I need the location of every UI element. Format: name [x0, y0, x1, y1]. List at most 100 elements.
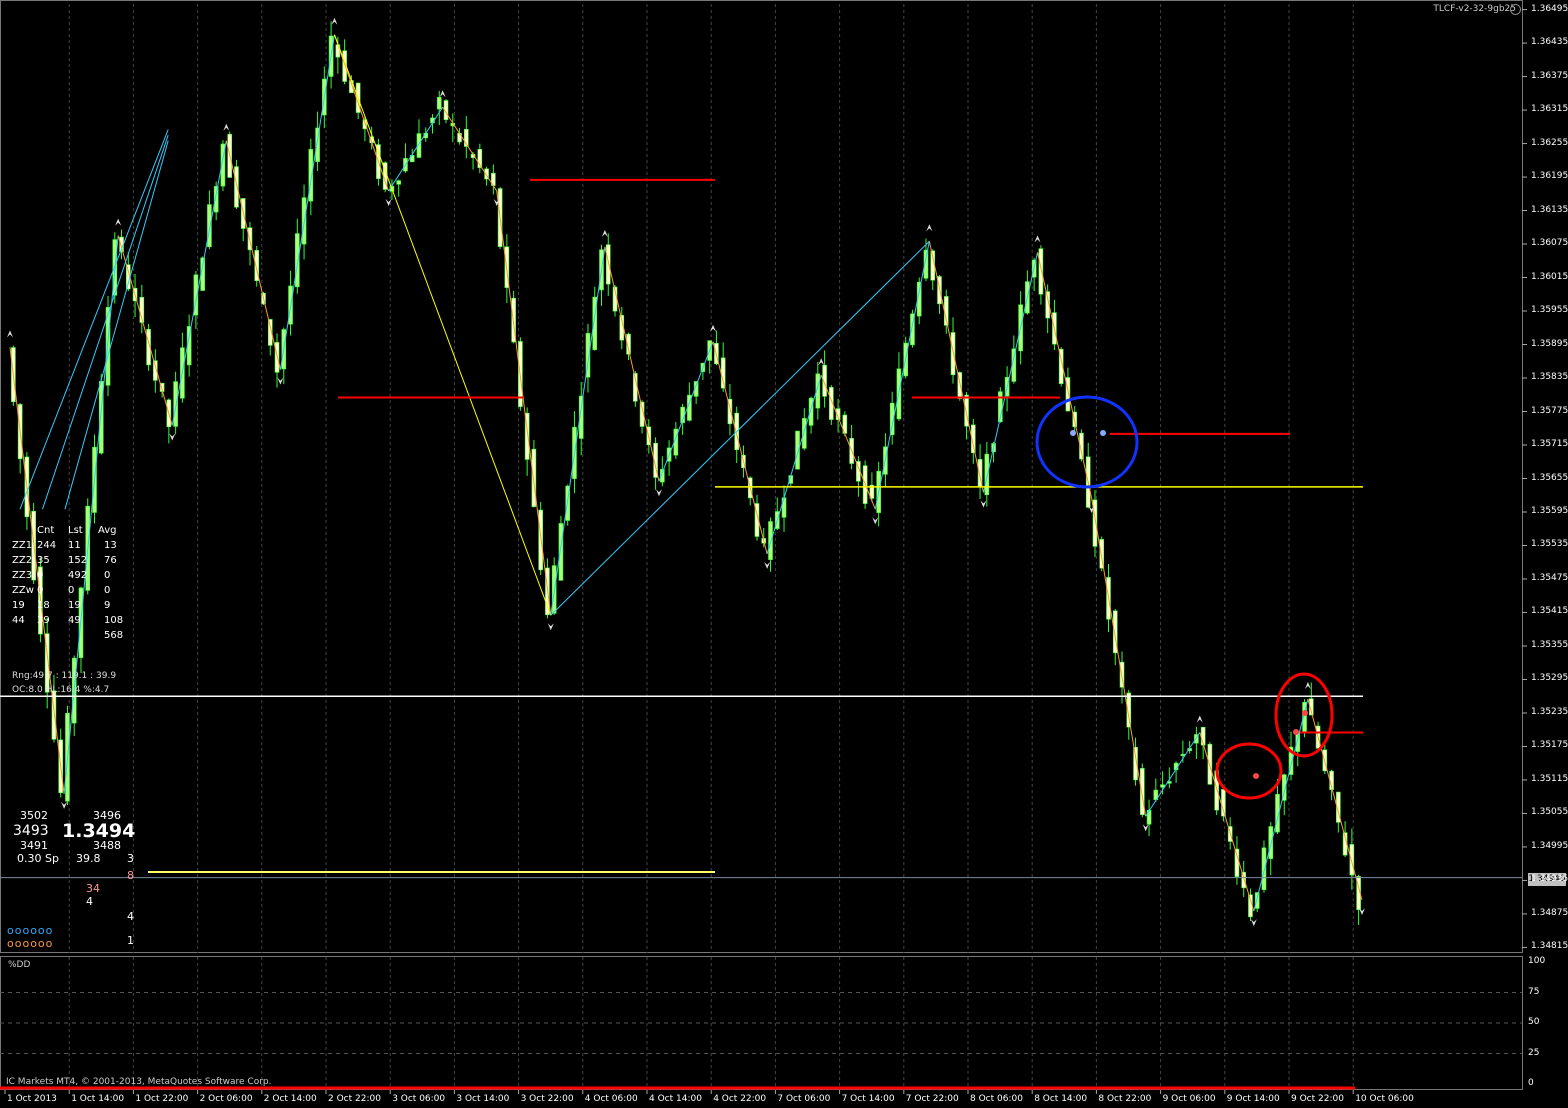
stats-cell: 9	[104, 600, 111, 611]
candle-body	[768, 521, 773, 560]
zigzag-segment	[1145, 732, 1201, 817]
zigzag-segment	[820, 375, 876, 510]
zigzag-segment	[171, 140, 227, 426]
candle-body	[457, 132, 462, 143]
stats-cell: 0	[37, 585, 44, 596]
swing-high-marker	[1304, 682, 1311, 690]
stats-total: 568	[104, 630, 124, 641]
stats-cell: 152	[68, 555, 88, 566]
price-axis-label: 1.34935	[1531, 874, 1568, 885]
swing-low-marker	[169, 433, 176, 441]
stats-cell: 44	[12, 615, 25, 626]
low-left: 3491	[20, 839, 48, 852]
stats-cell: 13	[104, 540, 117, 551]
candle-body	[558, 523, 564, 581]
time-axis-label: 7 Oct 22:00	[905, 1094, 959, 1104]
price-axis-label: 1.36195	[1531, 171, 1568, 182]
time-axis-label: 2 Oct 14:00	[263, 1094, 317, 1104]
price-axis-label: 1.36075	[1531, 238, 1568, 249]
price-axis-label: 1.35775	[1531, 405, 1568, 416]
price-axis-label: 1.36315	[1531, 104, 1568, 115]
stats-cell: 76	[104, 555, 117, 566]
candle-body	[801, 418, 807, 449]
time-axis-label: 8 Oct 22:00	[1098, 1094, 1152, 1104]
signal-dot	[1100, 430, 1106, 436]
candle-body	[531, 448, 537, 507]
zigzag-segment	[1307, 698, 1363, 901]
price-axis-label: 1.34815	[1531, 941, 1568, 952]
stats-cell: 49	[68, 615, 81, 626]
price-axis-label: 1.36015	[1531, 271, 1568, 282]
price-axis-label: 1.35355	[1531, 639, 1568, 650]
candle-body	[950, 332, 956, 376]
zigzag-segment	[1091, 497, 1147, 817]
candle-body	[234, 166, 239, 208]
stats-cell: 19	[68, 600, 81, 611]
time-axis-label: 2 Oct 06:00	[199, 1094, 253, 1104]
signal-dot	[1302, 710, 1308, 716]
time-axis-label: 1 Oct 2013	[7, 1094, 57, 1104]
window-icon[interactable]	[1510, 4, 1521, 15]
price-chart[interactable]	[0, 0, 1568, 1108]
count-1: 1	[127, 934, 134, 947]
price-axis-label: 1.36255	[1531, 137, 1568, 148]
swing-low-marker	[547, 623, 554, 631]
zigzag-segment	[658, 341, 714, 482]
bid-left: 3493	[13, 823, 49, 839]
candle-body	[207, 204, 212, 248]
price-axis-label: 1.36495	[1531, 3, 1568, 14]
spread-n: 3	[127, 852, 134, 865]
zigzag-segment	[550, 246, 606, 616]
indicator-label: %DD	[8, 960, 31, 970]
stats-header-avg: Avg	[98, 525, 117, 536]
candle-body	[396, 180, 402, 185]
stats-header-cnt: Cnt	[37, 525, 55, 536]
candle-body	[1254, 892, 1260, 909]
spread-value: 39.8	[76, 852, 101, 865]
time-axis-label: 9 Oct 22:00	[1291, 1094, 1344, 1104]
zigzag-segment	[928, 241, 984, 493]
stats-cell: 244	[37, 540, 57, 551]
stats-cell: 0	[104, 570, 111, 581]
candle-body	[1234, 848, 1240, 877]
zigzag-segment	[1253, 698, 1309, 912]
zigzag-segment	[388, 107, 444, 192]
price-axis-label: 1.35295	[1531, 673, 1568, 684]
stats-cell: 19	[12, 600, 25, 611]
candle-body	[1268, 826, 1274, 859]
candle-body	[1180, 754, 1186, 756]
candle-body	[1261, 847, 1267, 891]
count-4a: 4	[86, 895, 93, 908]
zigzag-segment	[874, 241, 930, 510]
swing-low-marker	[61, 801, 68, 809]
zigzag-segment	[117, 235, 173, 426]
candle-body	[1349, 844, 1355, 876]
candle-body	[173, 381, 178, 427]
swing-low-marker	[872, 517, 879, 525]
price-axis-label: 1.35955	[1531, 305, 1568, 316]
zigzag-segment	[442, 107, 498, 192]
stats-header-lst: Lst	[68, 525, 83, 536]
zigzag-segment	[712, 341, 768, 554]
indicator-axis-label: 100	[1528, 956, 1546, 966]
candle-body	[781, 497, 787, 518]
candle-body	[1160, 784, 1165, 788]
stats-cell: 0	[104, 585, 111, 596]
swing-high-marker	[818, 358, 825, 366]
stats-cell: 18	[37, 600, 50, 611]
count-4b: 4	[127, 910, 134, 923]
signal-dot	[1253, 773, 1259, 779]
price-axis-label: 1.34995	[1531, 840, 1568, 851]
zigzag-segment	[334, 34, 390, 192]
stats-cell: ZZw	[12, 585, 34, 596]
price-axis-label: 1.35115	[1531, 773, 1568, 784]
time-axis-label: 7 Oct 06:00	[777, 1094, 831, 1104]
indicator-title: TLCF-v2-32-9gb25	[1433, 4, 1516, 14]
time-axis-label: 2 Oct 22:00	[328, 1094, 381, 1104]
candle-body	[294, 233, 300, 288]
swing-low-marker	[764, 561, 771, 569]
swing-high-marker	[439, 90, 446, 98]
swing-high-marker	[331, 17, 338, 25]
time-axis-label: 3 Oct 14:00	[456, 1094, 510, 1104]
price-axis-label: 1.35835	[1531, 372, 1568, 383]
